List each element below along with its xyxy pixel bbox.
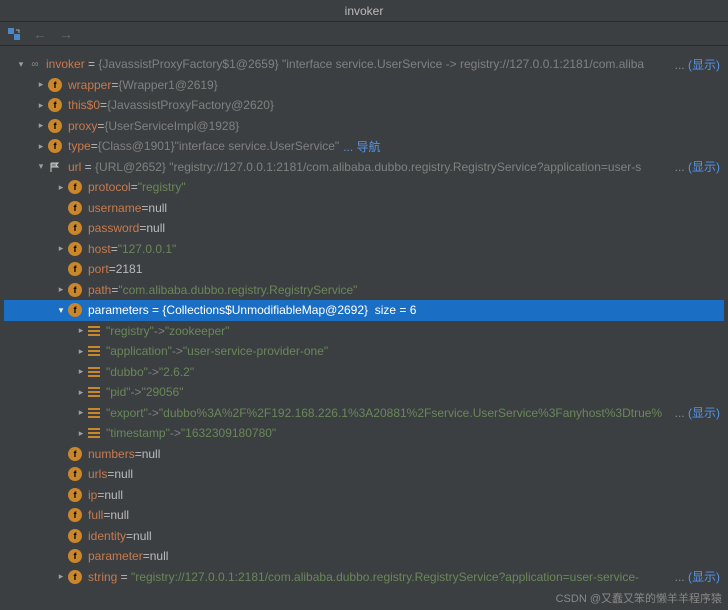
view-link[interactable]: ... (显示) <box>671 56 720 73</box>
back-icon[interactable]: ← <box>32 26 48 42</box>
map-entry[interactable]: ▸"registry" -> "zookeeper" <box>4 321 724 342</box>
map-entry-icon <box>88 326 100 336</box>
map-entry-icon <box>88 367 100 377</box>
expand-arrow-icon[interactable]: ▸ <box>34 141 48 152</box>
field-icon: f <box>68 570 82 584</box>
tree-node-proxy[interactable]: ▸fproxy = {UserServiceImpl@1928} <box>4 116 724 137</box>
tree-node-username[interactable]: fusername = null <box>4 198 724 219</box>
map-entry-icon <box>88 387 100 397</box>
expand-arrow-icon[interactable]: ▾ <box>54 305 68 316</box>
expand-arrow-icon[interactable]: ▾ <box>34 161 48 172</box>
expand-arrow-icon[interactable]: ▸ <box>34 100 48 111</box>
tree-node-port[interactable]: fport = 2181 <box>4 259 724 280</box>
title-bar: invoker <box>0 0 728 22</box>
infinity-icon: ∞ <box>28 59 42 70</box>
field-icon: f <box>68 508 82 522</box>
variables-tree: ▾ ∞ invoker = {JavassistProxyFactory$1@2… <box>0 46 728 586</box>
field-icon: f <box>68 283 82 297</box>
expand-arrow-icon[interactable]: ▸ <box>34 120 48 131</box>
field-icon: f <box>68 549 82 563</box>
map-entry[interactable]: ▸"dubbo" -> "2.6.2" <box>4 362 724 383</box>
expand-arrow-icon[interactable]: ▸ <box>54 182 68 193</box>
url-flag-icon <box>48 160 62 174</box>
expand-arrow-icon[interactable]: ▸ <box>74 346 88 357</box>
tree-node-path[interactable]: ▸fpath = "com.alibaba.dubbo.registry.Reg… <box>4 280 724 301</box>
map-entry[interactable]: ▸"pid" -> "29056" <box>4 382 724 403</box>
field-icon: f <box>68 303 82 317</box>
field-icon: f <box>68 262 82 276</box>
tree-node-this$0[interactable]: ▸fthis$0 = {JavassistProxyFactory@2620} <box>4 95 724 116</box>
expand-arrow-icon[interactable]: ▸ <box>74 428 88 439</box>
expand-arrow-icon[interactable]: ▸ <box>74 407 88 418</box>
tree-node-string[interactable]: ▸ f string = "registry://127.0.0.1:2181/… <box>4 567 724 587</box>
tree-node-ip[interactable]: fip = null <box>4 485 724 506</box>
tree-node-full[interactable]: ffull = null <box>4 505 724 526</box>
field-icon: f <box>48 78 62 92</box>
map-entry[interactable]: ▸"export" -> "dubbo%3A%2F%2F192.168.226.… <box>4 403 724 424</box>
field-icon: f <box>68 447 82 461</box>
tree-node-numbers[interactable]: fnumbers = null <box>4 444 724 465</box>
expand-arrow-icon[interactable]: ▸ <box>34 79 48 90</box>
field-icon: f <box>68 488 82 502</box>
tree-node-protocol[interactable]: ▸fprotocol = "registry" <box>4 177 724 198</box>
tool-config-icon[interactable] <box>6 26 22 42</box>
field-icon: f <box>68 467 82 481</box>
field-icon: f <box>48 119 62 133</box>
forward-icon[interactable]: → <box>58 26 74 42</box>
tree-node-parameters[interactable]: ▾ f parameters = {Collections$Unmodifiab… <box>4 300 724 321</box>
view-link[interactable]: ... (显示) <box>671 404 720 421</box>
tree-node-wrapper[interactable]: ▸fwrapper = {Wrapper1@2619} <box>4 75 724 96</box>
map-entry-icon <box>88 346 100 356</box>
map-entry-icon <box>88 408 100 418</box>
view-link[interactable]: ... (显示) <box>671 568 720 585</box>
expand-arrow-icon[interactable]: ▾ <box>14 59 28 70</box>
navigate-link[interactable]: ... 导航 <box>343 138 380 155</box>
tree-node-type[interactable]: ▸ftype = {Class@1901} "interface service… <box>4 136 724 157</box>
map-entry[interactable]: ▸"application" -> "user-service-provider… <box>4 341 724 362</box>
expand-arrow-icon[interactable]: ▸ <box>74 325 88 336</box>
field-icon: f <box>48 98 62 112</box>
field-icon: f <box>68 529 82 543</box>
expand-arrow-icon[interactable]: ▸ <box>54 571 68 582</box>
expand-arrow-icon[interactable]: ▸ <box>54 243 68 254</box>
field-icon: f <box>68 242 82 256</box>
tree-node-url[interactable]: ▾ url = {URL@2652} "registry://127.0.0.1… <box>4 157 724 178</box>
watermark-text: CSDN @又蠢又笨的懒羊羊程序猿 <box>556 590 722 606</box>
map-entry-icon <box>88 428 100 438</box>
field-icon: f <box>68 221 82 235</box>
tree-node-parameter[interactable]: fparameter = null <box>4 546 724 567</box>
tree-root-invoker[interactable]: ▾ ∞ invoker = {JavassistProxyFactory$1@2… <box>4 54 724 75</box>
expand-arrow-icon[interactable]: ▸ <box>74 387 88 398</box>
map-entry[interactable]: ▸"timestamp" -> "1632309180780" <box>4 423 724 444</box>
tree-node-urls[interactable]: furls = null <box>4 464 724 485</box>
field-icon: f <box>68 180 82 194</box>
view-link[interactable]: ... (显示) <box>671 158 720 175</box>
expand-arrow-icon[interactable]: ▸ <box>74 366 88 377</box>
field-icon: f <box>68 201 82 215</box>
field-icon: f <box>48 139 62 153</box>
tree-node-host[interactable]: ▸fhost = "127.0.0.1" <box>4 239 724 260</box>
tree-node-password[interactable]: fpassword = null <box>4 218 724 239</box>
window-title: invoker <box>345 4 384 18</box>
tree-node-identity[interactable]: fidentity = null <box>4 526 724 547</box>
expand-arrow-icon[interactable]: ▸ <box>54 284 68 295</box>
toolbar: ← → <box>0 22 728 46</box>
